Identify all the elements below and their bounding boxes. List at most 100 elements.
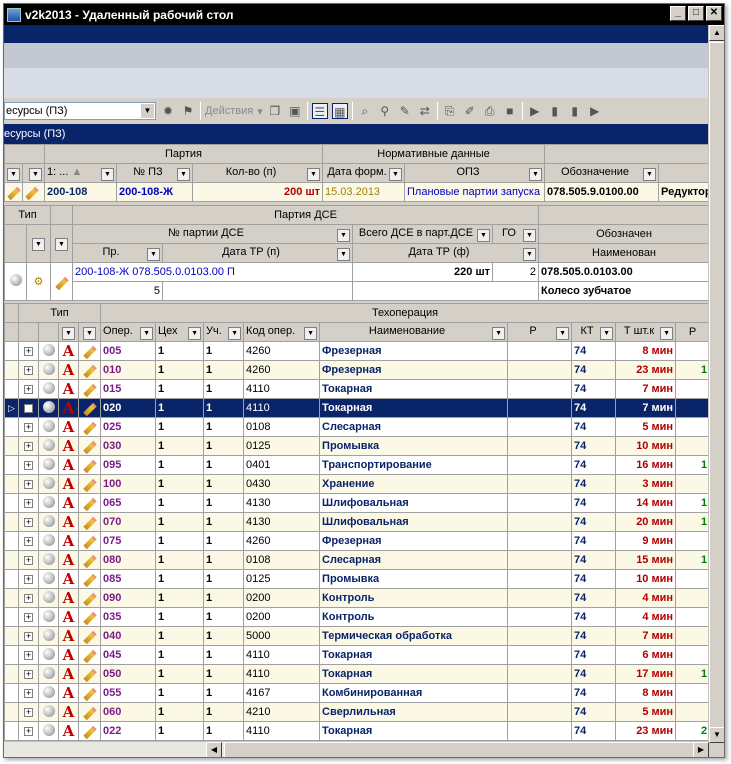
horizontal-scrollbar[interactable]: ◀ ▶	[4, 741, 709, 757]
edit-cell[interactable]	[77, 341, 102, 361]
edit-cell[interactable]	[22, 182, 45, 202]
chevron-down-icon[interactable]: ▼	[556, 326, 570, 340]
chevron-down-icon[interactable]: ▼	[188, 326, 202, 340]
pencil-icon[interactable]	[82, 364, 97, 379]
copy-icon[interactable]: ❐	[267, 103, 283, 119]
expand-icon[interactable]: +	[24, 556, 33, 565]
expand-cell[interactable]: +	[18, 607, 39, 627]
pencil-icon[interactable]	[82, 440, 97, 455]
actions-menu[interactable]: Действия	[205, 105, 253, 117]
expand-cell[interactable]: +	[18, 417, 39, 437]
operation-row[interactable]: + A 010 1 1 4260 Фрезерная 74 23 мин 1	[4, 360, 709, 380]
operation-row[interactable]: + A 025 1 1 0108 Слесарная 74 5 мин	[4, 417, 709, 437]
row-marker[interactable]	[4, 417, 19, 437]
expand-cell[interactable]: +	[18, 569, 39, 589]
pencil-icon[interactable]	[82, 611, 97, 626]
row-marker[interactable]	[4, 360, 19, 380]
row-marker[interactable]	[4, 626, 19, 646]
expand-icon[interactable]: +	[24, 366, 33, 375]
expand-icon[interactable]: +	[24, 537, 33, 546]
column-header-pz[interactable]: № ПЗ ▼	[116, 163, 193, 183]
expand-icon[interactable]: +	[24, 404, 33, 413]
edit-cell[interactable]	[77, 569, 102, 589]
pencil-icon[interactable]	[82, 383, 97, 398]
chevron-down-icon[interactable]: ▼	[147, 247, 160, 261]
chevron-down-icon[interactable]: ▼	[529, 167, 543, 181]
chevron-down-icon[interactable]: ▼	[304, 326, 318, 340]
operation-row[interactable]: + A 070 1 1 4130 Шлифовальная 74 20 мин 1	[4, 512, 709, 532]
chevron-down-icon[interactable]: ▼	[177, 167, 190, 181]
expand-icon[interactable]: +	[24, 518, 33, 527]
operation-row[interactable]: + A 005 1 1 4260 Фрезерная 74 8 мин	[4, 341, 709, 361]
row-marker[interactable]	[4, 379, 19, 399]
operation-row[interactable]: + A 085 1 1 0125 Промывка 74 10 мин	[4, 569, 709, 589]
edit-cell[interactable]	[77, 493, 102, 513]
column-header-kt[interactable]: КТ ▼	[571, 322, 617, 342]
edit-cell[interactable]	[77, 398, 102, 418]
expand-icon[interactable]: +	[24, 442, 33, 451]
chevron-down-icon[interactable]: ▼	[101, 167, 114, 181]
expand-cell[interactable]: +	[18, 398, 39, 418]
operation-row[interactable]: + A 050 1 1 4110 Токарная 74 17 мин 1	[4, 664, 709, 684]
pencil-icon[interactable]	[82, 630, 97, 645]
chevron-down-icon[interactable]: ▼	[55, 238, 68, 251]
expand-icon[interactable]: +	[24, 727, 33, 736]
operation-row[interactable]: + A 022 1 1 4110 Токарная 74 23 мин 2	[4, 721, 709, 741]
pencil-icon[interactable]	[82, 497, 97, 512]
expand-icon[interactable]: +	[24, 385, 33, 394]
column-header-designation[interactable]: Обозначение ▼	[544, 163, 660, 183]
column-header-go[interactable]: ГО ▼	[491, 224, 540, 244]
panel-tab[interactable]: есурсы (ПЗ)	[4, 124, 709, 144]
edit-cell[interactable]	[77, 607, 102, 627]
row-marker[interactable]	[4, 455, 19, 475]
chevron-down-icon[interactable]: ▼	[140, 326, 154, 340]
edit-cell[interactable]	[77, 360, 102, 380]
expand-icon[interactable]: +	[24, 499, 33, 508]
pencil-icon[interactable]	[82, 687, 97, 702]
close-button[interactable]: ✕	[706, 6, 722, 21]
vertical-scroll-thumb[interactable]	[709, 42, 724, 732]
part-batch-row[interactable]: ⚙ 200-108-Ж 078.505.0.0103.00 П 220 шт 2…	[4, 262, 709, 301]
grid-view-icon[interactable]: ▦	[331, 103, 348, 119]
scroll-down-icon[interactable]: ▼	[709, 727, 724, 743]
chevron-down-icon[interactable]: ▼	[307, 167, 320, 181]
edit-cell[interactable]	[77, 588, 102, 608]
expand-icon[interactable]: +	[24, 670, 33, 679]
chevron-down-icon[interactable]: ▼	[29, 167, 42, 181]
maximize-button[interactable]: □	[688, 6, 704, 21]
chevron-down-icon[interactable]: ▾	[257, 105, 263, 118]
expand-icon[interactable]: +	[24, 613, 33, 622]
operation-row[interactable]: + A 030 1 1 0125 Промывка 74 10 мин	[4, 436, 709, 456]
chevron-down-icon[interactable]: ▼	[660, 326, 674, 340]
column-header-name2[interactable]: Наименован	[538, 243, 709, 263]
expand-icon[interactable]: +	[24, 651, 33, 660]
row-marker[interactable]	[4, 664, 19, 684]
row-marker[interactable]	[4, 493, 19, 513]
pencil-icon[interactable]	[82, 592, 97, 607]
edit-cell[interactable]	[77, 417, 102, 437]
row-marker[interactable]	[4, 721, 19, 741]
edit-cell[interactable]	[77, 550, 102, 570]
chevron-down-icon[interactable]: ▼	[83, 326, 97, 340]
column-header-tr-plan[interactable]: Дата ТР (п) ▼	[162, 243, 353, 263]
column-header-total[interactable]: Всего ДСЕ в парт.ДСЕ ▼	[352, 224, 493, 244]
chevron-down-icon[interactable]: ▼	[7, 167, 20, 181]
expand-cell[interactable]: +	[18, 531, 39, 551]
refresh-icon[interactable]: ✹	[160, 103, 176, 119]
pencil-icon[interactable]	[82, 554, 97, 569]
row-marker[interactable]: ▷	[4, 398, 19, 418]
expand-cell[interactable]: +	[18, 474, 39, 494]
chevron-down-icon[interactable]: ▼	[523, 228, 537, 242]
expand-cell[interactable]: +	[18, 702, 39, 722]
chevron-down-icon[interactable]: ▼	[492, 326, 506, 340]
expand-icon[interactable]: +	[24, 461, 33, 470]
chevron-down-icon[interactable]: ▼	[337, 247, 350, 261]
chevron-down-icon[interactable]: ▼	[389, 167, 402, 181]
column-header-pr[interactable]: Пр. ▼	[72, 243, 163, 263]
expand-cell[interactable]: +	[18, 360, 39, 380]
pencil-icon[interactable]	[82, 706, 97, 721]
pencil-icon[interactable]	[82, 573, 97, 588]
minimize-button[interactable]: _	[670, 6, 686, 21]
row-marker[interactable]	[4, 512, 19, 532]
chevron-down-icon[interactable]: ▼	[228, 326, 242, 340]
